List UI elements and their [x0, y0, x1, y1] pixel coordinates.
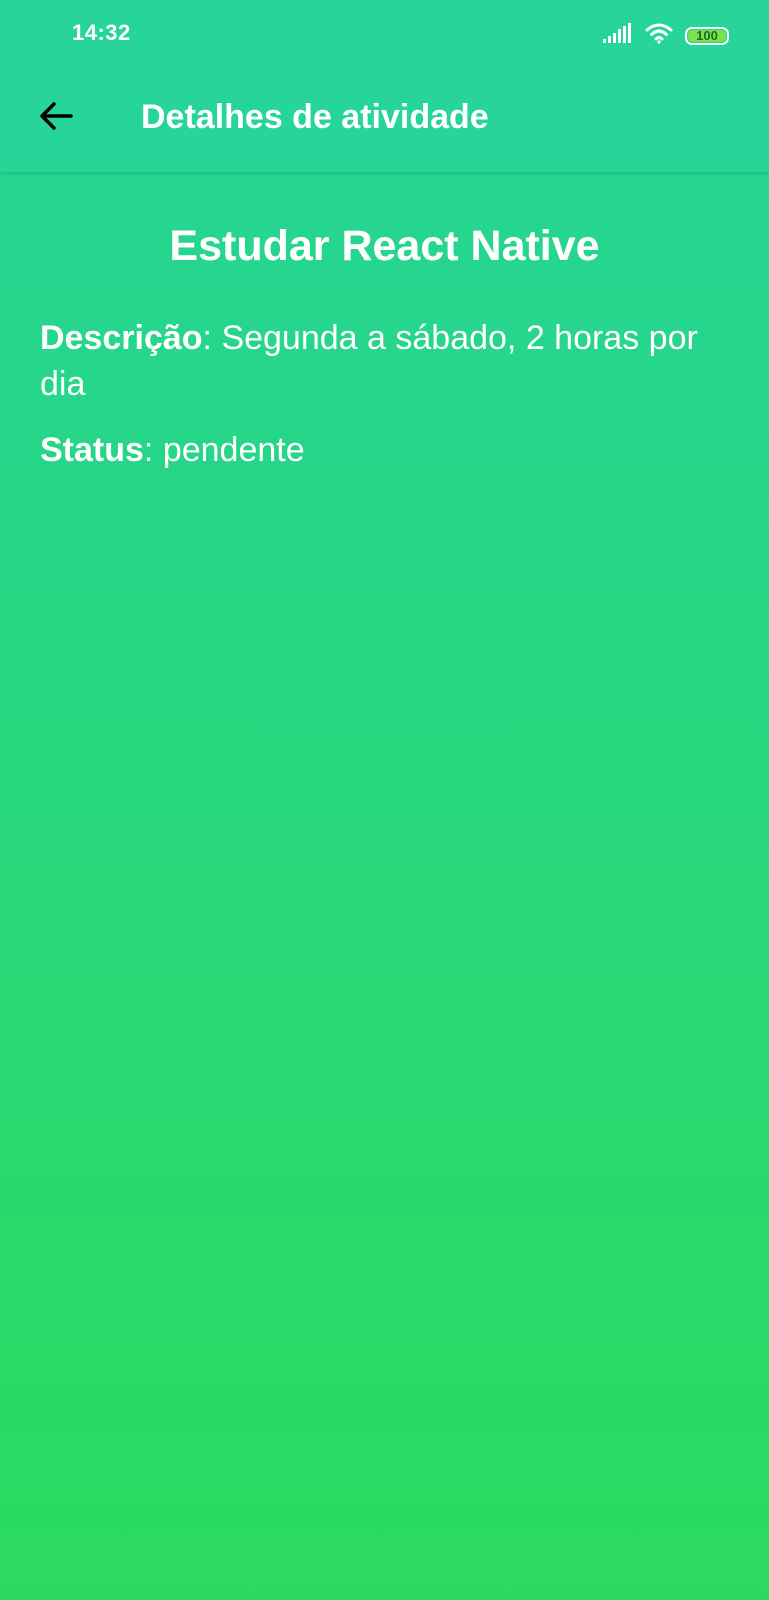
arrow-left-icon: [39, 101, 73, 136]
app-bar: Detalhes de atividade: [0, 68, 769, 172]
description-label: Descrição: [40, 319, 203, 357]
page-title: Detalhes de atividade: [141, 98, 489, 136]
status-label: Status: [40, 431, 144, 469]
battery-icon: 100: [685, 26, 729, 45]
status-value: : pendente: [143, 431, 305, 469]
status-icons: 100: [603, 22, 729, 49]
wifi-icon: [645, 22, 673, 49]
signal-icon: [603, 23, 633, 48]
back-button[interactable]: [32, 94, 80, 142]
activity-description: Descrição: Segunda a sábado, 2 horas por…: [40, 315, 729, 407]
status-time: 14:32: [72, 20, 131, 45]
activity-title: Estudar React Native: [169, 222, 600, 270]
activity-details-screen: 14:32 100 Detalhes de atividade Estudar …: [0, 0, 769, 1600]
status-bar: 14:32 100: [0, 0, 769, 68]
activity-status: Status: pendente: [40, 427, 729, 473]
battery-level: 100: [696, 28, 718, 43]
activity-content: Estudar React Native Descrição: Segunda …: [0, 172, 769, 473]
